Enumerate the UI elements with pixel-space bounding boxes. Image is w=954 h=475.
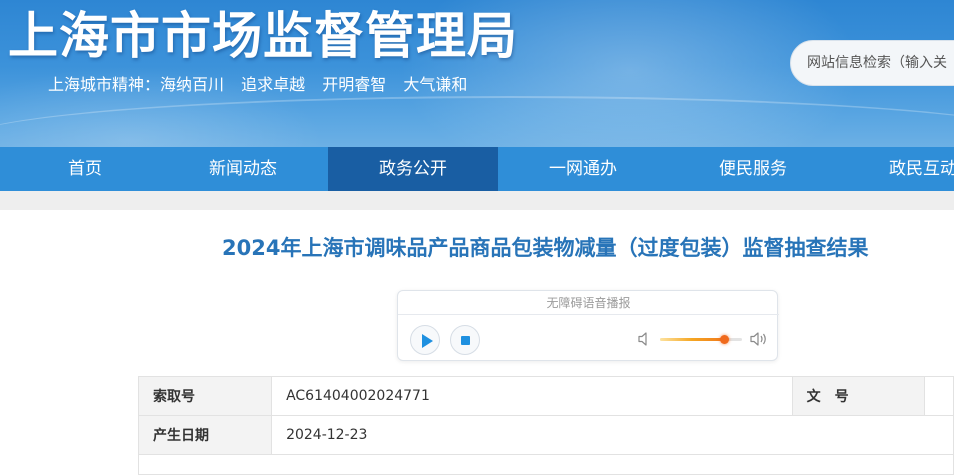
volume-level [660,338,724,341]
date-value: 2024-12-23 [271,415,954,455]
nav-item-news[interactable]: 新闻动态 [158,147,328,191]
table-row [138,454,954,475]
audio-player: 无障碍语音播报 [397,290,779,361]
site-header: 上海市市场监督管理局 上海城市精神：海纳百川 追求卓越 开明睿智 大气谦和 网站… [0,0,954,147]
document-number-value [923,376,954,416]
slogan-part: 大气谦和 [403,75,468,94]
index-number-value: AC61404002024771 [271,376,793,416]
table-row: 产生日期 2024-12-23 [137,415,954,455]
slogan-part: 追求卓越 [241,75,306,94]
slogan-part: 上海城市精神：海纳百川 [48,75,225,94]
player-divider [398,314,779,315]
index-number-label: 索取号 [137,376,273,416]
play-button[interactable] [410,325,440,355]
play-icon [422,334,433,348]
nav-item-home[interactable]: 首页 [0,147,170,191]
slogan-part: 开明睿智 [322,75,387,94]
site-title[interactable]: 上海市市场监督管理局 [8,4,518,68]
stop-button[interactable] [450,325,480,355]
date-label: 产生日期 [137,415,273,455]
article-title: 2024年上海市调味品产品商品包装物减量（过度包装）监督抽查结果 [222,236,869,260]
volume-low-icon[interactable] [638,331,652,347]
main-nav: 首页 新闻动态 政务公开 一网通办 便民服务 政民互动 [0,147,954,191]
nav-item-government-affairs[interactable]: 政务公开 [328,147,498,191]
table-row: 索取号 AC61404002024771 文号 [137,376,954,416]
stop-icon [461,336,470,345]
volume-high-icon[interactable] [750,331,768,347]
table-cell-empty [138,454,954,475]
city-slogan: 上海城市精神：海纳百川 追求卓越 开明睿智 大气谦和 [48,74,479,96]
nav-item-public-services[interactable]: 便民服务 [668,147,838,191]
volume-slider[interactable] [660,335,742,344]
nav-item-online-services[interactable]: 一网通办 [498,147,668,191]
section-separator [0,191,954,210]
document-meta-table: 索取号 AC61404002024771 文号 产生日期 2024-12-23 [137,376,954,475]
site-search-input[interactable]: 网站信息检索（输入关 [790,40,954,86]
document-number-label: 文号 [791,376,925,416]
player-label: 无障碍语音播报 [546,296,631,310]
nav-item-interaction[interactable]: 政民互动 [838,147,954,191]
volume-knob[interactable] [720,335,729,344]
